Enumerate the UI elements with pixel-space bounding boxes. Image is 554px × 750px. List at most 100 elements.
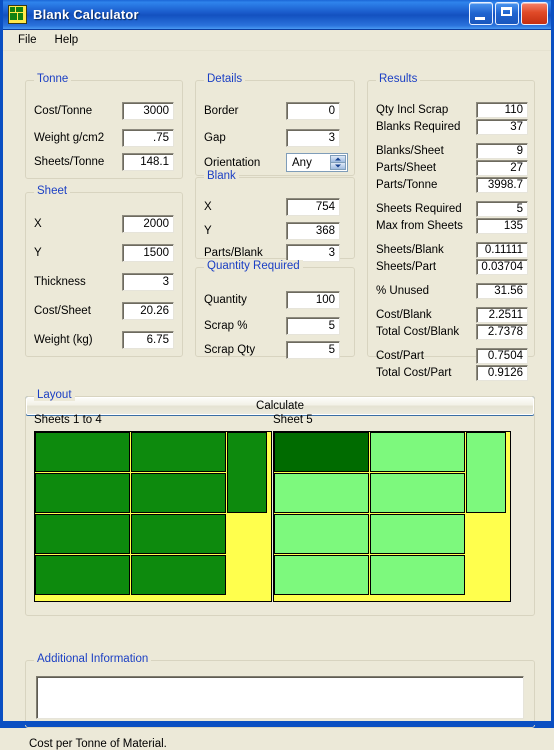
label-quantity: Quantity	[204, 294, 247, 306]
group-layout: Layout Sheets 1 to 4 Sheet 5	[25, 389, 535, 616]
label-sheets-per-blank: Sheets/Blank	[376, 244, 444, 256]
label-sheets-per-tonne: Sheets/Tonne	[34, 156, 105, 168]
field-total-cost-per-part: 0.9126	[476, 365, 528, 381]
label-blank-x: X	[204, 201, 212, 213]
sheet-a-label: Sheets 1 to 4	[34, 414, 102, 426]
field-gap[interactable]: 3	[286, 129, 340, 147]
field-quantity[interactable]: 100	[286, 291, 340, 309]
group-results: Results Qty Incl Scrap 110 Blanks Requir…	[367, 73, 535, 381]
menu-bar: File Help	[3, 30, 551, 51]
menu-item-help[interactable]: Help	[46, 32, 88, 48]
maximize-button[interactable]	[495, 2, 519, 25]
label-parts-per-blank: Parts/Blank	[204, 247, 263, 259]
field-scrap-percent[interactable]: 5	[286, 317, 340, 335]
label-scrap-percent: Scrap %	[204, 320, 248, 332]
field-parts-per-tonne: 3998.7	[476, 177, 528, 193]
window-bottom-border	[3, 721, 551, 725]
group-sheet: Sheet X 2000 Y 1500 Thickness 3 Cost/She…	[25, 185, 183, 357]
group-layout-caption: Layout	[34, 389, 75, 401]
blank-cell	[35, 555, 130, 595]
field-weight-kg[interactable]: 6.75	[122, 331, 174, 349]
label-orientation: Orientation	[204, 156, 261, 169]
label-total-cost-per-blank: Total Cost/Blank	[376, 326, 460, 338]
label-weight-g-cm2: Weight g/cm2	[34, 132, 105, 144]
group-tonne-caption: Tonne	[34, 73, 72, 85]
field-qty-incl-scrap: 110	[476, 102, 528, 118]
additional-information-textarea[interactable]	[36, 676, 524, 719]
group-tonne: Tonne Cost/Tonne 3000 Weight g/cm2 .75 S…	[25, 73, 183, 179]
field-sheet-y[interactable]: 1500	[122, 244, 174, 262]
label-blanks-per-sheet: Blanks/Sheet	[376, 145, 444, 157]
group-quantity-caption: Quantity Required	[204, 260, 303, 272]
group-details: Details Border 0 Gap 3 Orientation Any	[195, 73, 355, 176]
minimize-button[interactable]	[469, 2, 493, 25]
field-percent-unused: 31.56	[476, 283, 528, 299]
field-weight-g-cm2[interactable]: .75	[122, 129, 174, 147]
blank-cell	[274, 473, 369, 513]
label-thickness: Thickness	[34, 276, 86, 288]
field-blanks-required: 37	[476, 119, 528, 135]
application-window: Blank Calculator File Help Tonne Cost/To…	[0, 0, 554, 750]
label-gap: Gap	[204, 132, 226, 144]
group-results-caption: Results	[376, 73, 421, 85]
group-additional-caption: Additional Information	[34, 653, 152, 665]
blank-cell	[370, 432, 465, 472]
group-blank-caption: Blank	[204, 170, 239, 182]
blank-cell	[131, 432, 226, 472]
spinner-up-icon	[330, 155, 346, 162]
blank-cell	[370, 473, 465, 513]
field-thickness[interactable]: 3	[122, 273, 174, 291]
label-cost-per-part: Cost/Part	[376, 350, 424, 362]
label-sheet-x: X	[34, 218, 42, 230]
field-max-from-sheets: 135	[476, 218, 528, 234]
group-details-caption: Details	[204, 73, 246, 85]
field-cost-per-tonne[interactable]: 3000	[122, 102, 174, 120]
blank-cell	[131, 473, 226, 513]
field-border[interactable]: 0	[286, 102, 340, 120]
blank-cell	[466, 432, 506, 513]
field-blank-y[interactable]: 368	[286, 222, 340, 240]
label-cost-per-blank: Cost/Blank	[376, 309, 432, 321]
status-bar-text: Cost per Tonne of Material.	[29, 738, 167, 750]
orientation-spinner[interactable]: Any	[286, 153, 348, 172]
field-sheets-per-part: 0.03704	[476, 259, 528, 275]
blank-layout-icon	[8, 5, 27, 24]
sheet-diagram-a	[34, 431, 272, 602]
label-cost-per-tonne: Cost/Tonne	[34, 105, 93, 117]
close-button[interactable]	[521, 2, 548, 25]
title-bar: Blank Calculator	[3, 0, 551, 30]
field-scrap-qty[interactable]: 5	[286, 341, 340, 359]
label-qty-incl-scrap: Qty Incl Scrap	[376, 104, 449, 116]
field-sheets-per-blank: 0.11111	[476, 242, 528, 258]
label-percent-unused: % Unused	[376, 285, 430, 297]
field-cost-per-part: 0.7504	[476, 348, 528, 364]
menu-item-file[interactable]: File	[9, 32, 46, 48]
label-border: Border	[204, 105, 239, 117]
label-scrap-qty: Scrap Qty	[204, 344, 256, 356]
blank-cell	[370, 514, 465, 554]
blank-cell	[35, 432, 130, 472]
field-blank-x[interactable]: 754	[286, 198, 340, 216]
group-sheet-caption: Sheet	[34, 185, 71, 197]
field-cost-per-blank: 2.2511	[476, 307, 528, 323]
label-blank-y: Y	[204, 225, 212, 237]
group-quantity-required: Quantity Required Quantity 100 Scrap % 5…	[195, 260, 355, 359]
field-blanks-per-sheet: 9	[476, 143, 528, 159]
blank-cell	[35, 514, 130, 554]
label-blanks-required: Blanks Required	[376, 121, 461, 133]
blank-cell	[274, 555, 369, 595]
blank-cell	[131, 514, 226, 554]
label-parts-per-tonne: Parts/Tonne	[376, 179, 438, 191]
spinner-arrows[interactable]	[330, 154, 347, 171]
field-sheets-per-tonne[interactable]: 148.1	[122, 153, 174, 171]
label-total-cost-per-part: Total Cost/Part	[376, 367, 452, 379]
field-sheet-x[interactable]: 2000	[122, 215, 174, 233]
sheet-diagram-b	[273, 431, 511, 602]
blank-cell	[274, 514, 369, 554]
field-cost-per-sheet[interactable]: 20.26	[122, 302, 174, 320]
group-additional-information: Additional Information	[25, 653, 535, 728]
field-total-cost-per-blank: 2.7378	[476, 324, 528, 340]
blank-cell	[274, 432, 369, 472]
group-blank: Blank X 754 Y 368 Parts/Blank 3	[195, 170, 355, 262]
field-sheets-required: 5	[476, 201, 528, 217]
